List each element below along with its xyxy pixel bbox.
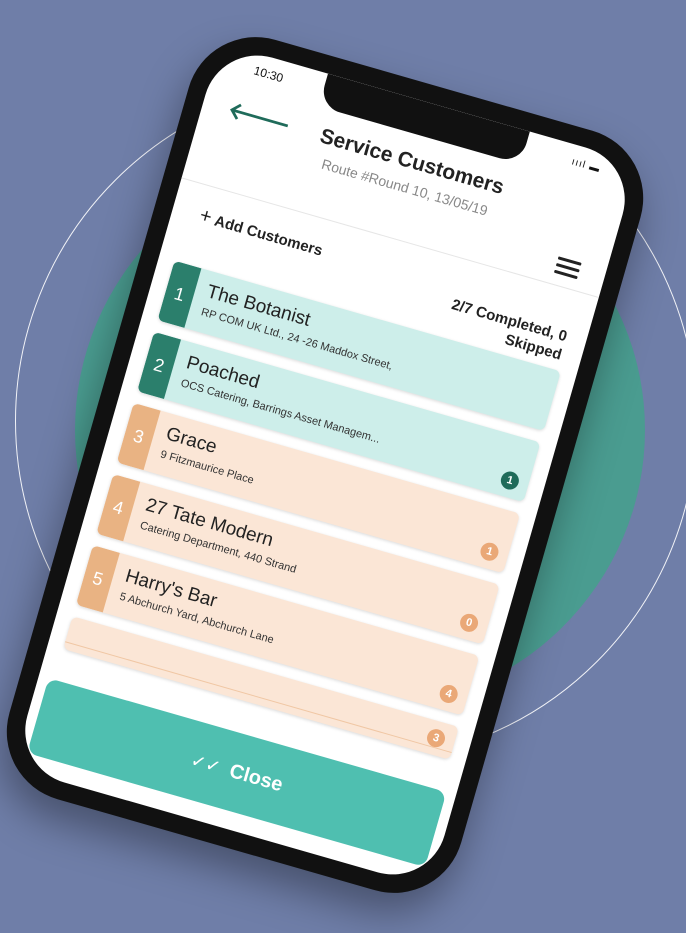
stop-number: 1 bbox=[157, 260, 202, 328]
count-badge: 1 bbox=[478, 540, 501, 563]
count-badge: 4 bbox=[437, 682, 460, 706]
signal-battery-icon: ıııl ▬ bbox=[570, 156, 602, 176]
add-customers-label: Add Customers bbox=[212, 212, 325, 260]
stop-number: 3 bbox=[116, 402, 161, 471]
app-screen: 10:30 ıııl ▬ 🡐 Service Customers Route #… bbox=[12, 42, 638, 888]
stop-number: 5 bbox=[75, 545, 120, 613]
hamburger-menu-icon[interactable] bbox=[553, 252, 583, 283]
close-label: Close bbox=[227, 759, 286, 796]
count-badge: 1 bbox=[498, 469, 522, 492]
double-check-icon: ✓✓ bbox=[188, 749, 224, 778]
phone-frame: 10:30 ıııl ▬ 🡐 Service Customers Route #… bbox=[0, 20, 660, 910]
status-time: 10:30 bbox=[252, 63, 285, 86]
stop-number: 4 bbox=[96, 474, 141, 542]
count-badge: 0 bbox=[457, 611, 481, 634]
stop-number: 2 bbox=[137, 331, 182, 400]
plus-icon: + bbox=[197, 204, 215, 229]
